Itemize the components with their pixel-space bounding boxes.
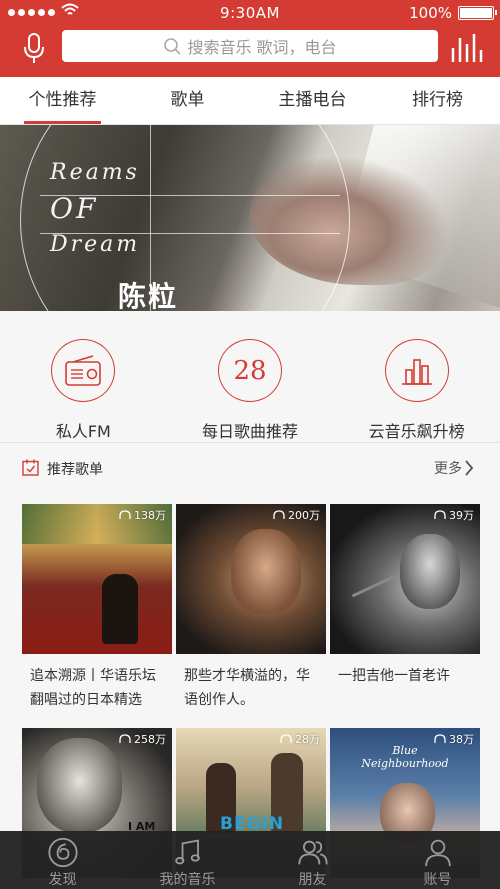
battery-percentage: 100%: [409, 4, 452, 22]
playlist-card[interactable]: 200万 那些才华横溢的，华语创作人。: [176, 504, 326, 712]
headphones-icon: [119, 510, 131, 519]
status-bar: 9:30AM 100%: [0, 0, 500, 26]
netease-logo-icon: [47, 837, 78, 868]
private-fm-button[interactable]: 私人FM: [0, 311, 167, 442]
chart-icon: [384, 339, 449, 402]
play-count: 138万: [119, 507, 166, 523]
search-icon: [164, 38, 182, 55]
cover-portrait: [400, 534, 460, 609]
bottom-navigation: 发现 我的音乐 朋友 账号: [0, 831, 500, 889]
rising-chart-label: 云音乐飙升榜: [368, 422, 465, 441]
section-title: 推荐歌单: [47, 462, 103, 478]
section-header: 推荐歌单 更多: [0, 453, 500, 483]
cover-mic-stand: [351, 573, 399, 598]
nav-discover[interactable]: 发现: [0, 831, 125, 889]
playlist-title: 追本溯源丨华语乐坛翻唱过的日本精选: [30, 668, 156, 708]
tab-recommend[interactable]: 个性推荐: [0, 77, 125, 124]
cover-text: Blue Neighbourhood: [361, 744, 449, 770]
banner[interactable]: Reams OF Dream 陈粒: [0, 125, 500, 311]
daily-recommend-button[interactable]: 28 每日歌曲推荐: [167, 311, 334, 442]
account-icon: [424, 839, 451, 867]
search-input[interactable]: 搜索音乐 歌词，电台: [62, 30, 438, 62]
cover-portrait: [37, 738, 122, 833]
play-count: 258万: [119, 731, 166, 747]
cover-figure: [102, 574, 138, 644]
play-count: 200万: [273, 507, 320, 523]
tab-playlists[interactable]: 歌单: [125, 77, 250, 124]
banner-script: Reams OF Dream: [50, 160, 141, 257]
headphones-icon: [434, 734, 446, 743]
playlist-title: 那些才华横溢的，华语创作人。: [184, 668, 310, 708]
playlist-cover: 138万: [22, 504, 172, 654]
rising-chart-button[interactable]: 云音乐飙升榜: [333, 311, 500, 442]
playlist-cover: 200万: [176, 504, 326, 654]
playlist-title: 一把吉他一首老许: [338, 668, 450, 684]
now-playing-icon[interactable]: [448, 30, 484, 66]
playlist-calendar-icon: [22, 459, 39, 476]
playlist-card[interactable]: 138万 追本溯源丨华语乐坛翻唱过的日本精选: [22, 504, 172, 712]
microphone-icon[interactable]: [16, 30, 52, 66]
cover-portrait: [231, 529, 301, 614]
daily-recommend-label: 每日歌曲推荐: [202, 422, 299, 441]
playlist-card[interactable]: 39万 一把吉他一首老许: [330, 504, 480, 688]
headphones-icon: [434, 510, 446, 519]
nav-my-music[interactable]: 我的音乐: [125, 831, 250, 889]
top-tabs: 个性推荐 歌单 主播电台 排行榜: [0, 77, 500, 125]
play-count: 28万: [280, 731, 320, 747]
music-note-icon: [174, 839, 200, 865]
battery-icon: [458, 6, 497, 20]
recommended-playlists: 推荐歌单 更多 138万 追本溯源丨华语乐坛翻唱过的日本精选 200万 那些才华…: [0, 443, 500, 889]
tab-charts[interactable]: 排行榜: [375, 77, 500, 124]
play-count: 38万: [434, 731, 474, 747]
banner-artist: 陈粒: [118, 280, 179, 311]
chevron-right-icon[interactable]: [464, 460, 474, 476]
quick-entries: 私人FM 28 每日歌曲推荐 云音乐飙升榜: [0, 311, 500, 443]
private-fm-label: 私人FM: [55, 422, 111, 441]
headphones-icon: [119, 734, 131, 743]
tab-radio[interactable]: 主播电台: [250, 77, 375, 124]
headphones-icon: [273, 510, 285, 519]
search-placeholder: 搜索音乐 歌词，电台: [187, 38, 337, 57]
nav-friends[interactable]: 朋友: [250, 831, 375, 889]
more-link[interactable]: 更多: [434, 458, 462, 478]
calendar-icon: 28: [218, 339, 282, 402]
app-header: 9:30AM 100% 搜索音乐 歌词，电台: [0, 0, 500, 77]
headphones-icon: [280, 734, 292, 743]
radio-icon: [51, 339, 116, 402]
friends-icon: [297, 840, 328, 865]
playlist-cover: 39万: [330, 504, 480, 654]
play-count: 39万: [434, 507, 474, 523]
nav-account[interactable]: 账号: [375, 831, 500, 889]
